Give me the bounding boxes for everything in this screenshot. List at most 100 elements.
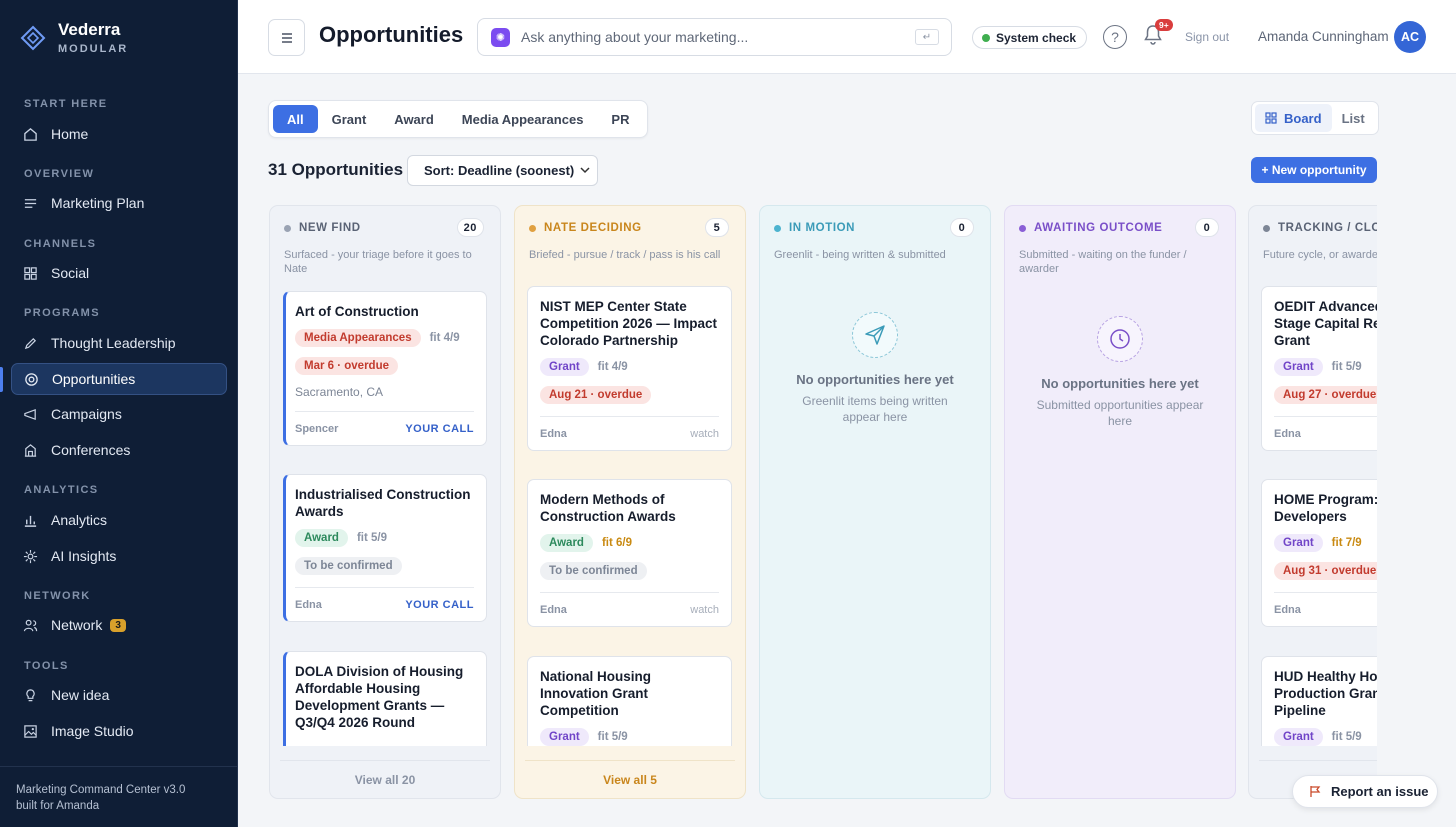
owner: Edna xyxy=(540,427,567,440)
card-title: OEDIT Advanced Early-Stage Capital Reten… xyxy=(1274,299,1377,348)
sidebar-item-ai-insights[interactable]: AI Insights xyxy=(11,540,227,572)
empty-subtitle: Submitted opportunities appear here xyxy=(1036,398,1204,428)
notification-badge: 9+ xyxy=(1155,19,1173,31)
sidebar-item-marketing-plan[interactable]: Marketing Plan xyxy=(11,187,227,219)
opportunity-card[interactable]: Modern Methods of Construction Awards Aw… xyxy=(527,479,732,627)
report-issue-button[interactable]: Report an issue xyxy=(1292,775,1438,808)
filter-tab-all[interactable]: All xyxy=(273,105,318,133)
board-grid-icon xyxy=(1265,112,1277,124)
column-count: 0 xyxy=(950,218,974,237)
column-header: TRACKING / CLOSED xyxy=(1263,220,1377,236)
location: Sacramento, CA xyxy=(295,385,384,399)
user-name: Amanda Cunningham xyxy=(1258,29,1389,44)
sidebar-item-conferences[interactable]: Conferences xyxy=(11,434,227,466)
opportunity-count: 31 Opportunities xyxy=(268,160,404,179)
brand-subtitle: MODULAR xyxy=(58,43,129,55)
column-description: Surfaced - your triage before it goes to… xyxy=(284,249,472,275)
section-channels: CHANNELS xyxy=(24,238,97,250)
column-count: 20 xyxy=(456,218,484,237)
filter-tab-grant[interactable]: Grant xyxy=(318,105,381,133)
filter-tab-media-appearances[interactable]: Media Appearances xyxy=(448,105,598,133)
avatar[interactable]: AC xyxy=(1394,21,1426,53)
sidebar-item-label: AI Insights xyxy=(51,548,117,564)
megaphone-icon xyxy=(24,408,36,420)
owner: Edna xyxy=(1274,603,1301,616)
view-all-link[interactable]: View all 20 xyxy=(280,760,490,798)
watch-link[interactable]: watch xyxy=(690,428,719,440)
opportunity-card[interactable]: Industrialised Construction Awards Award… xyxy=(283,474,487,622)
board-label: Board xyxy=(1284,110,1322,126)
your-call-link[interactable]: YOUR CALL xyxy=(405,599,474,611)
section-tools: TOOLS xyxy=(24,660,69,672)
page-title: Opportunities xyxy=(319,22,464,47)
opportunity-card[interactable]: NIST MEP Center State Competition 2026 —… xyxy=(527,286,732,451)
column-description: Greenlit - being written & submitted xyxy=(774,249,946,261)
clock-icon xyxy=(1097,316,1143,362)
opportunity-card[interactable]: OEDIT Advanced Early-Stage Capital Reten… xyxy=(1261,286,1377,451)
sort-value: Sort: Deadline (soonest) xyxy=(424,163,575,178)
menu-toggle-button[interactable] xyxy=(268,19,305,56)
card-title: HUD Healthy Homes Production Grant Indir… xyxy=(1274,669,1377,718)
type-tag: Grant xyxy=(540,358,589,376)
type-filter-tabs: All Grant Award Media Appearances PR xyxy=(268,100,649,138)
sidebar-item-social[interactable]: Social xyxy=(11,257,227,289)
column-dot-icon xyxy=(529,224,536,232)
column-tracking-closed: TRACKING / CLOSED Future cycle, or award… xyxy=(1248,205,1377,799)
report-label: Report an issue xyxy=(1331,784,1429,799)
brand[interactable]: Vederra MODULAR xyxy=(0,0,237,76)
sidebar-item-thought-leadership[interactable]: Thought Leadership xyxy=(11,327,227,359)
enter-key-icon[interactable]: ↵ xyxy=(915,29,939,45)
type-tag: Grant xyxy=(1274,534,1323,552)
sidebar-item-label: Home xyxy=(51,126,89,142)
sidebar-item-label: Thought Leadership xyxy=(51,335,176,351)
fit-score: fit 4/9 xyxy=(597,361,628,373)
sidebar-item-label: Image Studio xyxy=(51,723,134,739)
your-call-link[interactable]: YOUR CALL xyxy=(405,423,474,435)
type-tag: Grant xyxy=(1274,728,1323,746)
card-title: Modern Methods of Construction Awards xyxy=(540,492,676,524)
sidebar-item-analytics[interactable]: Analytics xyxy=(11,504,227,536)
sidebar-item-opportunities[interactable]: Opportunities xyxy=(11,363,227,395)
sidebar-footer: Marketing Command Center v3.0 built for … xyxy=(0,766,237,827)
filter-tab-award[interactable]: Award xyxy=(380,105,448,133)
opportunity-card[interactable]: National Housing Innovation Grant Compet… xyxy=(527,656,732,746)
view-toggle: Board List xyxy=(1251,101,1379,135)
brand-name: Vederra xyxy=(58,20,121,39)
board-view-button[interactable]: Board xyxy=(1255,104,1332,132)
ask-input[interactable] xyxy=(521,29,901,45)
home-icon xyxy=(24,127,37,141)
deadline-badge: To be confirmed xyxy=(540,562,647,580)
sign-out-link[interactable]: Sign out xyxy=(1185,30,1229,44)
system-check-button[interactable]: System check xyxy=(972,26,1088,49)
sidebar-item-network[interactable]: Network 3 xyxy=(11,609,227,641)
new-opportunity-button[interactable]: + New opportunity xyxy=(1251,157,1377,183)
owner: Edna xyxy=(540,603,567,616)
column-in-motion: IN MOTION 0 Greenlit - being written & s… xyxy=(759,205,991,799)
opportunity-card[interactable]: HOME Program: Grants For Developers Gran… xyxy=(1261,479,1377,627)
diamond-logo-icon xyxy=(20,25,46,51)
column-header: NATE DECIDING 5 xyxy=(529,218,735,237)
flag-icon xyxy=(1310,786,1321,797)
deadline-badge: Aug 31 · overdue xyxy=(1274,562,1377,580)
column-header: NEW FIND 20 xyxy=(284,218,490,237)
ask-bar[interactable]: ✺ ↵ xyxy=(477,18,952,56)
view-all-link[interactable]: View all 5 xyxy=(525,760,735,798)
card-title: HOME Program: Grants For Developers xyxy=(1274,492,1377,524)
deadline-badge: To be confirmed xyxy=(295,557,402,575)
sidebar-item-new-idea[interactable]: New idea xyxy=(11,679,227,711)
column-count: 0 xyxy=(1195,218,1219,237)
filter-tab-pr[interactable]: PR xyxy=(597,105,643,133)
list-view-button[interactable]: List xyxy=(1332,104,1375,132)
watch-link[interactable]: watch xyxy=(690,604,719,616)
sidebar-item-image-studio[interactable]: Image Studio xyxy=(11,715,227,747)
send-icon xyxy=(852,312,898,358)
opportunity-card[interactable]: DOLA Division of Housing Affordable Hous… xyxy=(283,651,487,746)
lines-icon xyxy=(24,198,37,208)
sort-select[interactable]: Sort: Deadline (soonest) xyxy=(407,155,598,186)
opportunity-card[interactable]: HUD Healthy Homes Production Grant Indir… xyxy=(1261,656,1377,746)
help-icon[interactable]: ? xyxy=(1103,25,1127,49)
sidebar-item-campaigns[interactable]: Campaigns xyxy=(11,398,227,430)
sidebar-item-home[interactable]: Home xyxy=(11,118,227,150)
fit-score: fit 6/9 xyxy=(601,537,632,549)
opportunity-card[interactable]: Art of Construction Media Appearances fi… xyxy=(283,291,487,446)
